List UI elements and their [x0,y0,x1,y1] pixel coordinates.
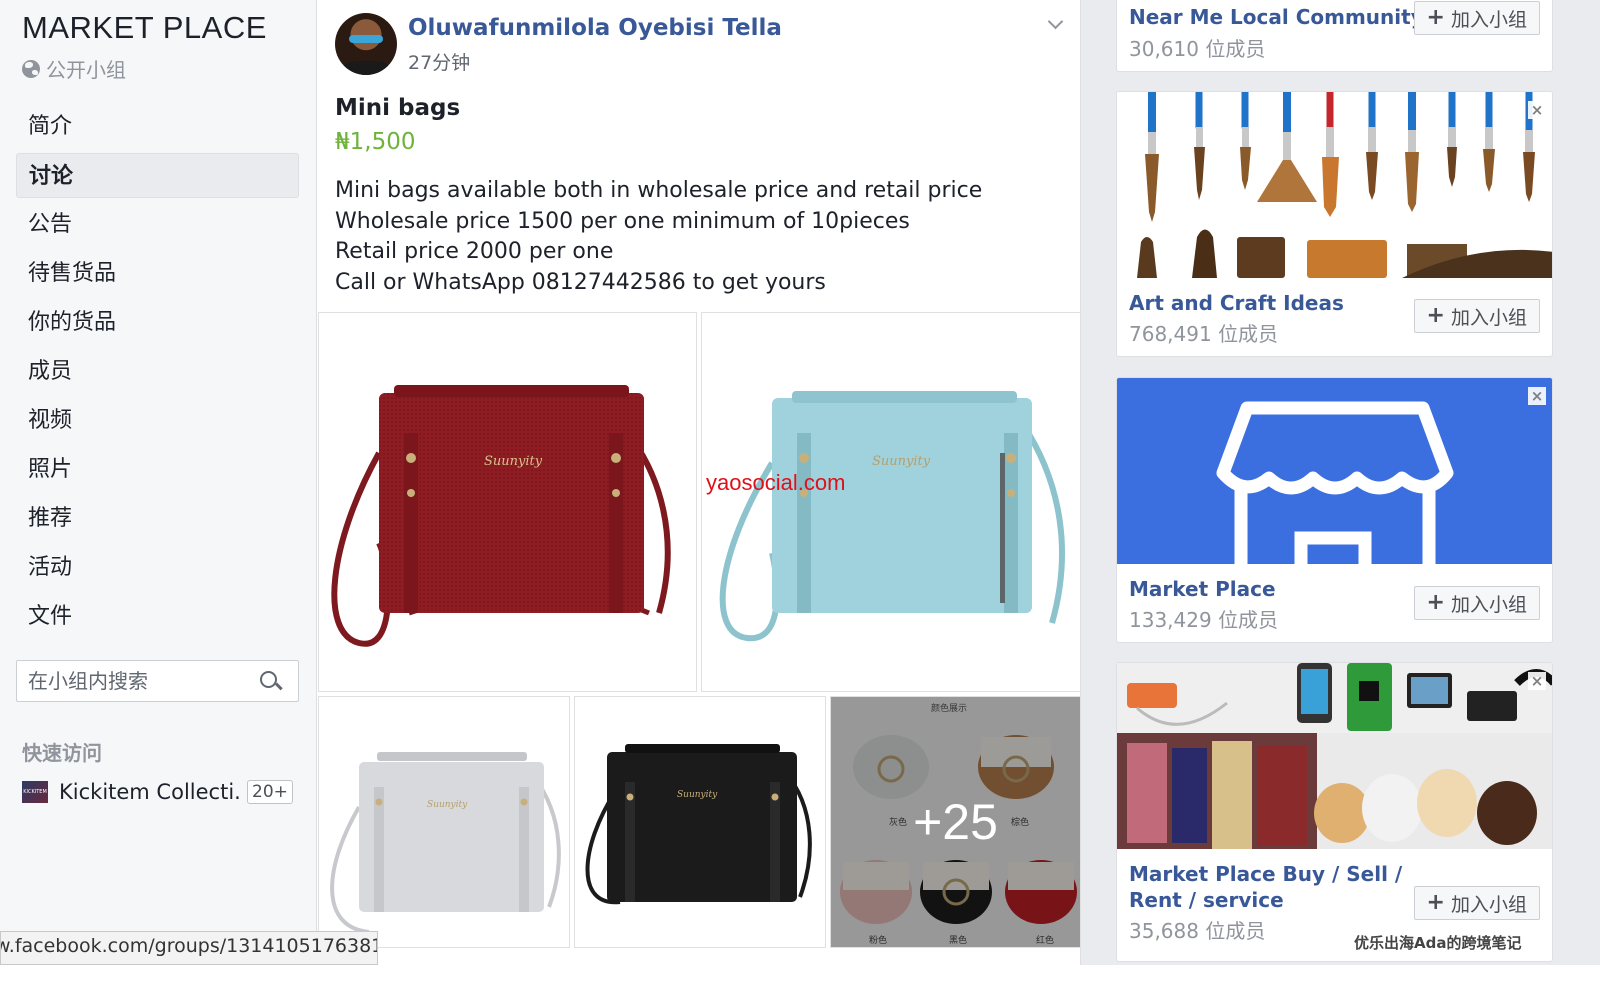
plus-icon: + [1426,590,1445,615]
join-group-label: 加入小组 [1450,593,1527,616]
suggested-group-members: 35,688 位成员 [1129,919,1266,943]
listing-title: Mini bags [335,95,461,121]
suggested-group-name-line2: Rent / service [1129,888,1284,912]
suggested-group-name-line1: Market Place Buy / Sell / [1129,862,1403,886]
group-search [16,660,299,702]
nav-item-about[interactable]: 简介 [16,104,299,149]
suggested-group-card-2: × Art and Craft Ideas 768,491 位成员 + 加入小组 [1116,91,1553,357]
nav-item-for-sale[interactable]: 待售货品 [16,251,299,296]
join-group-button[interactable]: + 加入小组 [1413,299,1540,333]
suggested-group-card-3: × Market Place 133,429 位成员 + 加入小组 [1116,377,1553,643]
storefront-icon [1216,401,1454,564]
plus-icon: + [1426,5,1445,30]
page-bottom-strip [0,965,1600,993]
group-sidebar: MARKET PLACE 公开小组 简介 讨论 公告 待售货品 你的货品 成员 … [0,0,316,993]
svg-text:Suunyity: Suunyity [484,454,543,469]
svg-text:Suunyity: Suunyity [427,800,468,810]
svg-text:Suunyity: Suunyity [872,454,931,469]
nav-item-announcements[interactable]: 公告 [16,202,299,247]
red-bag-image: Suunyity [331,385,671,647]
nav-item-events[interactable]: 活动 [16,545,299,590]
join-group-button[interactable]: + 加入小组 [1413,586,1540,620]
post-author[interactable]: Oluwafunmilola Oyebisi Tella [408,15,782,41]
suggested-group-name[interactable]: Market Place Buy / Sell / Rent / service [1129,861,1402,913]
listing-price: ₦1,500 [335,129,416,155]
more-photos-overlay[interactable]: +25 [831,697,1080,947]
join-group-button[interactable]: + 加入小组 [1413,1,1540,35]
suggested-group-card-4: × Market Place Buy / Sell / Rent / servi… [1116,662,1553,962]
post-photo-red-bag[interactable]: Suunyity [318,312,697,692]
post-photo-blue-bag[interactable]: Suunyity [701,312,1081,692]
privacy-label: 公开小组 [46,58,126,82]
search-icon[interactable] [253,663,289,699]
nav-item-discussion[interactable]: 讨论 [16,153,299,198]
post-body: Mini bags available both in wholesale pr… [335,178,983,295]
suggested-group-name[interactable]: Art and Craft Ideas [1129,290,1344,316]
nav-item-your-items[interactable]: 你的货品 [16,300,299,345]
nav-item-recommendations[interactable]: 推荐 [16,496,299,541]
grey-bag-image: Suunyity [330,752,561,934]
footer-watermark: 优乐出海Ada的跨境笔记 [1354,934,1522,952]
group-privacy: 公开小组 [22,54,126,83]
suggested-group-members: 133,429 位成员 [1129,608,1279,632]
close-icon[interactable]: × [1528,101,1546,119]
join-group-label: 加入小组 [1450,8,1527,31]
join-group-label: 加入小组 [1450,893,1527,916]
post-photo-grey-bag[interactable]: Suunyity [318,696,570,948]
author-avatar[interactable] [335,13,397,75]
buy-sell-cover-image [1117,663,1552,849]
quick-access-label: Kickitem Collecti... [59,780,241,804]
quick-access-item[interactable]: KICKITEM Kickitem Collecti... 20+ [22,773,294,811]
watermark: yaosocial.com [706,470,846,495]
suggested-group-members: 768,491 位成员 [1129,322,1279,346]
close-icon[interactable]: × [1528,672,1546,690]
blue-bag-image: Suunyity [719,391,1065,642]
quick-access-thumbnail: KICKITEM [22,781,48,803]
suggested-group-name[interactable]: Near Me Local Community [1129,4,1424,30]
post-timestamp[interactable]: 27分钟 [408,48,470,75]
post-photo-black-bag[interactable]: Suunyity [574,696,826,948]
nav-item-files[interactable]: 文件 [16,594,299,639]
nav-item-members[interactable]: 成员 [16,349,299,394]
join-group-label: 加入小组 [1450,306,1527,329]
suggested-group-card-1: Near Me Local Community 30,610 位成员 + 加入小… [1116,0,1553,72]
close-icon[interactable]: × [1528,387,1546,405]
group-nav: 简介 讨论 公告 待售货品 你的货品 成员 视频 照片 推荐 活动 文件 [16,104,299,643]
plus-icon: + [1426,303,1445,328]
plus-icon: + [1426,890,1445,915]
join-group-button[interactable]: + 加入小组 [1413,886,1540,920]
post-options-chevron-icon[interactable] [1045,14,1065,34]
quick-access-heading: 快速访问 [22,741,102,765]
globe-icon [22,59,40,78]
suggested-group-name[interactable]: Market Place [1129,576,1276,602]
black-bag-image: Suunyity [585,744,812,905]
nav-item-videos[interactable]: 视频 [16,398,299,443]
market-place-cover-image [1117,378,1552,564]
suggested-groups-column: Near Me Local Community 30,610 位成员 + 加入小… [1097,0,1600,993]
suggested-group-members: 30,610 位成员 [1129,37,1266,61]
group-search-input[interactable] [17,669,253,693]
post-photo-more[interactable]: 颜色展示 灰色 棕色 粉色 黑色 红色 +25 [830,696,1081,948]
post-card: Oluwafunmilola Oyebisi Tella 27分钟 Mini b… [316,0,1081,993]
quick-access-badge: 20+ [247,780,293,804]
group-title[interactable]: MARKET PLACE [22,10,267,46]
art-craft-cover-image [1117,92,1552,278]
status-url-text: w.facebook.com/groups/131410517638111/# [0,935,377,957]
svg-text:Suunyity: Suunyity [677,790,718,800]
status-bar-url: w.facebook.com/groups/131410517638111/# [0,931,378,965]
nav-item-photos[interactable]: 照片 [16,447,299,492]
